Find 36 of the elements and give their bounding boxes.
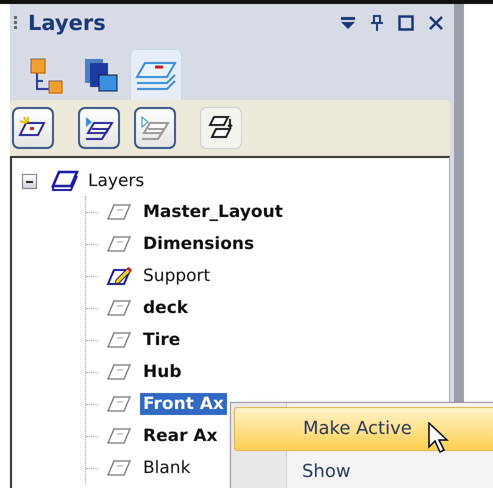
- tree-item[interactable]: Support: [140, 265, 214, 287]
- layer-icon: [106, 203, 132, 221]
- panel-title: Layers: [28, 11, 106, 35]
- tree-item[interactable]: Hub: [140, 361, 184, 383]
- new-layer-button[interactable]: [12, 107, 54, 149]
- menu-item[interactable]: Show: [234, 451, 493, 488]
- maximize-icon[interactable]: [398, 15, 414, 31]
- tree-item[interactable]: deck: [140, 297, 192, 319]
- show-layer-button[interactable]: [78, 107, 120, 149]
- layers-icon: [49, 170, 79, 192]
- move-layer-button[interactable]: [200, 107, 242, 149]
- tree-item[interactable]: Rear Ax: [140, 425, 221, 447]
- hide-layer-button[interactable]: [134, 107, 176, 149]
- layer-icon: [106, 331, 132, 349]
- tree-item[interactable]: Front Ax: [140, 393, 227, 415]
- layer-icon: [106, 395, 132, 413]
- grip-icon[interactable]: [14, 16, 18, 30]
- close-icon[interactable]: [428, 15, 444, 31]
- dropdown-icon[interactable]: [340, 16, 356, 30]
- pin-icon[interactable]: [370, 15, 384, 31]
- layer-icon: [106, 363, 132, 381]
- layer-icon: [106, 427, 132, 445]
- menu-item[interactable]: Make Active: [234, 407, 493, 451]
- tree-item[interactable]: Blank: [140, 457, 194, 479]
- hide-layer-icon: [140, 115, 170, 141]
- cursor-icon: [428, 422, 450, 454]
- tree-item[interactable]: Dimensions: [140, 233, 258, 255]
- tree-item[interactable]: Layers: [85, 170, 148, 192]
- tree-item[interactable]: Tire: [140, 329, 184, 351]
- collapse-icon[interactable]: [22, 174, 37, 188]
- tree-item[interactable]: Master_Layout: [140, 201, 286, 223]
- layer-icon: [106, 235, 132, 253]
- show-layer-icon: [84, 115, 114, 141]
- pencil-layer-icon: [106, 266, 132, 286]
- layer-icon: [106, 459, 132, 477]
- layer-icon: [106, 299, 132, 317]
